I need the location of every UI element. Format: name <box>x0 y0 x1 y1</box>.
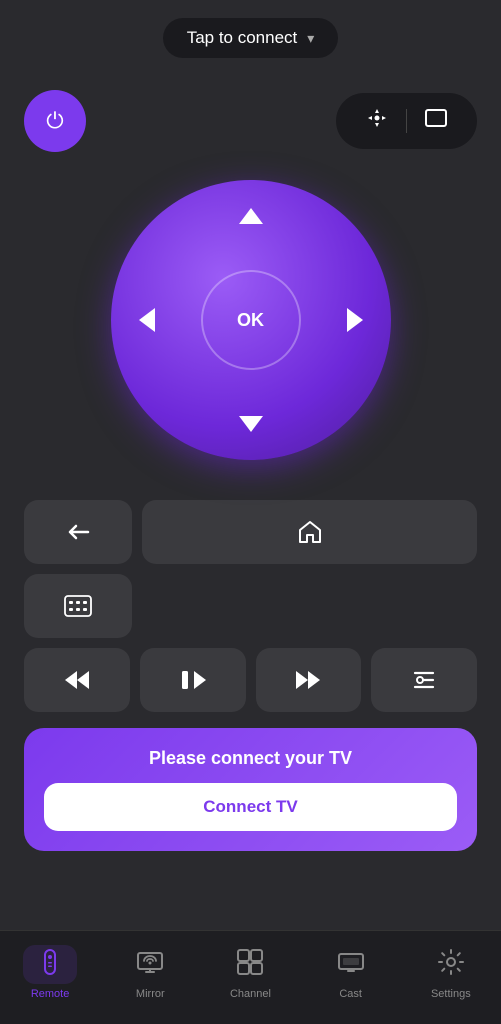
remote-icon <box>37 949 63 975</box>
back-icon <box>66 522 90 542</box>
connect-label: Tap to connect <box>187 28 298 48</box>
connect-tv-button[interactable]: Connect TV <box>44 783 457 831</box>
nav-item-remote[interactable]: Remote <box>11 941 89 1004</box>
dpad-up-button[interactable] <box>229 194 273 238</box>
mirror-icon-wrap <box>123 945 177 984</box>
options-icon <box>411 667 437 693</box>
cast-icon <box>338 949 364 975</box>
rewind-button[interactable] <box>24 648 130 712</box>
nav-label-settings: Settings <box>431 988 471 1000</box>
nav-divider <box>406 109 407 133</box>
home-button[interactable] <box>142 500 477 564</box>
nav-label-channel: Channel <box>230 988 271 1000</box>
connect-banner-title: Please connect your TV <box>149 748 352 769</box>
nav-label-remote: Remote <box>31 988 70 1000</box>
dpad-right-button[interactable] <box>333 298 377 342</box>
nav-label-cast: Cast <box>339 988 362 1000</box>
aspect-ratio-button[interactable] <box>415 105 457 137</box>
remote-area: ⏻ <box>0 70 501 930</box>
top-controls-row: ⏻ <box>24 90 477 152</box>
chevron-down-icon: ▾ <box>307 30 314 47</box>
settings-icon <box>438 949 464 975</box>
bottom-nav: Remote Mirror Channel <box>0 930 501 1024</box>
nav-item-cast[interactable]: Cast <box>312 941 390 1004</box>
nav-item-settings[interactable]: Settings <box>412 941 490 1004</box>
play-pause-button[interactable] <box>140 648 246 712</box>
button-grid-row1 <box>24 500 477 638</box>
back-button[interactable] <box>24 500 132 564</box>
move-icon <box>366 107 388 129</box>
power-icon: ⏻ <box>46 108 63 134</box>
ok-button[interactable]: OK <box>201 270 301 370</box>
home-icon <box>297 519 323 545</box>
nav-item-mirror[interactable]: Mirror <box>111 941 189 1004</box>
cast-icon-wrap <box>324 945 378 984</box>
button-grid-row2 <box>24 648 477 712</box>
power-button[interactable]: ⏻ <box>24 90 86 152</box>
nav-label-mirror: Mirror <box>136 988 165 1000</box>
keyboard-icon <box>64 595 92 617</box>
nav-item-channel[interactable]: Channel <box>211 941 289 1004</box>
keyboard-button[interactable] <box>24 574 132 638</box>
rewind-icon <box>63 669 91 691</box>
dpad-circle: OK <box>111 180 391 460</box>
options-button[interactable] <box>371 648 477 712</box>
aspect-ratio-icon <box>425 109 447 127</box>
move-button[interactable] <box>356 103 398 139</box>
remote-icon-wrap <box>23 945 77 984</box>
channel-icon-wrap <box>223 945 277 984</box>
play-pause-icon <box>180 669 206 691</box>
dpad-down-button[interactable] <box>229 402 273 446</box>
tap-to-connect-button[interactable]: Tap to connect ▾ <box>163 18 339 58</box>
top-bar: Tap to connect ▾ <box>0 0 501 70</box>
dpad-left-button[interactable] <box>125 298 169 342</box>
fast-forward-icon <box>294 669 322 691</box>
nav-controls-group <box>336 93 477 149</box>
mirror-icon <box>137 949 163 975</box>
fast-forward-button[interactable] <box>256 648 362 712</box>
settings-icon-wrap <box>424 945 478 984</box>
connect-tv-banner: Please connect your TV Connect TV <box>24 728 477 851</box>
dpad-container: OK <box>111 180 391 460</box>
channel-icon <box>237 949 263 975</box>
